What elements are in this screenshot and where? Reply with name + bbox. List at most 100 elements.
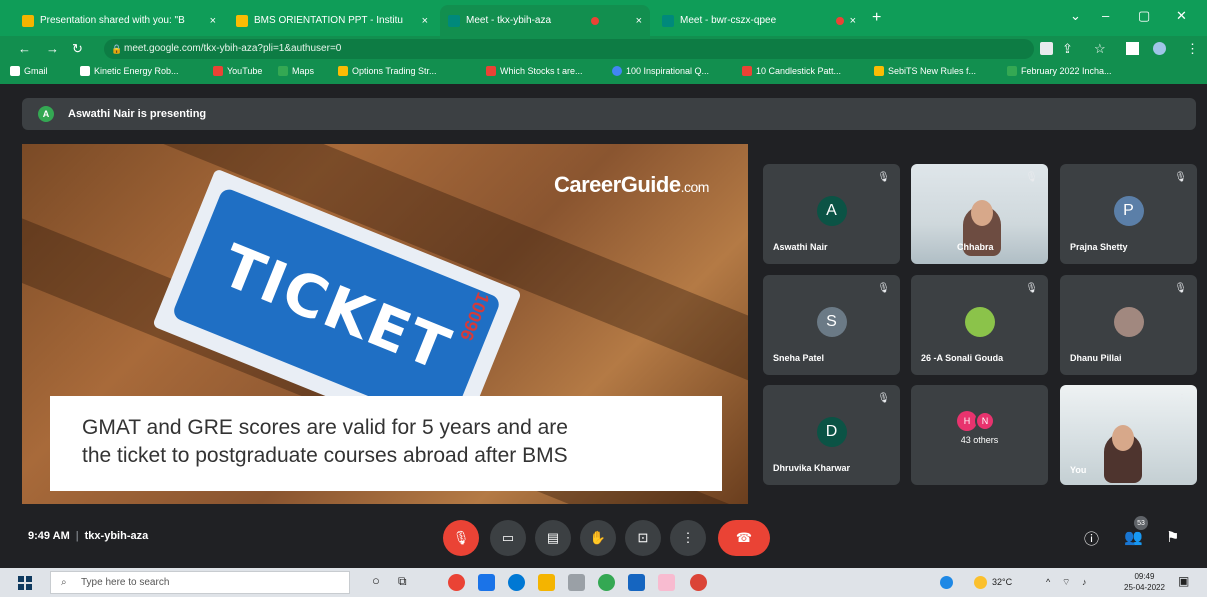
task-view-icon[interactable]: ⧉	[398, 574, 407, 589]
temperature[interactable]: 32°C	[992, 577, 1012, 587]
participant-tile-video[interactable]: 🎙 Chhabra	[911, 164, 1048, 264]
participant-tile[interactable]: 🎙 26 -A Sonali Gouda	[911, 275, 1048, 375]
participant-name: Dhanu Pillai	[1070, 353, 1122, 363]
file-explorer-icon[interactable]	[538, 574, 555, 591]
window-icon[interactable]	[1126, 42, 1139, 55]
bookmark-item[interactable]: Options Trading Str...	[338, 66, 437, 76]
chrome-profile-icon[interactable]	[598, 574, 615, 591]
network-icon[interactable]: ⌔	[1062, 577, 1070, 588]
presenting-text: Aswathi Nair is presenting	[68, 108, 207, 120]
close-tab-icon[interactable]: ×	[204, 15, 216, 27]
cortana-icon[interactable]: ○	[372, 573, 380, 588]
more-options-icon[interactable]: ⋮	[1177, 393, 1187, 404]
forward-icon[interactable]: →	[46, 41, 59, 56]
self-video-tile[interactable]: ⋮ You	[1060, 385, 1197, 485]
bookmark-star-icon[interactable]: ☆	[1094, 41, 1106, 57]
bookmark-label: Kinetic Energy Rob...	[94, 66, 179, 76]
bookmark-gmail[interactable]: Gmail	[10, 66, 48, 76]
bookmark-item[interactable]: 10 Candlestick Patt...	[742, 66, 841, 76]
bookmark-label: Gmail	[24, 66, 48, 76]
minimize-icon[interactable]: –	[1102, 8, 1109, 23]
volume-icon[interactable]: ♪	[1082, 577, 1087, 587]
app-icon[interactable]	[658, 574, 675, 591]
close-tab-icon[interactable]: ×	[416, 15, 428, 27]
browser-tab[interactable]: BMS ORIENTATION PPT - Institu ×	[228, 5, 436, 36]
participant-tile[interactable]: 🎙 Dhanu Pillai	[1060, 275, 1197, 375]
close-window-icon[interactable]: ✕	[1176, 8, 1187, 24]
browser-tab[interactable]: Meet - bwr-cszx-qpee ×	[654, 5, 864, 36]
mic-off-icon: 🎙	[1174, 172, 1187, 183]
more-options-button[interactable]: ⋮	[670, 520, 706, 556]
store-icon[interactable]	[628, 574, 645, 591]
captions-button[interactable]: ▤	[535, 520, 571, 556]
present-button[interactable]: ⊡	[625, 520, 661, 556]
bookmark-item[interactable]: 100 Inspirational Q...	[612, 66, 709, 76]
address-bar[interactable]: 🔒 meet.google.com/tkx-ybih-aza?pli=1&aut…	[104, 39, 1034, 59]
bookmark-item[interactable]: Kinetic Energy Rob...	[80, 66, 179, 76]
bookmark-item[interactable]: SebiTS New Rules f...	[874, 66, 976, 76]
bookmark-label: Options Trading Str...	[352, 66, 437, 76]
mic-off-icon: 🎙	[1025, 172, 1038, 183]
person-face	[971, 200, 993, 226]
others-avatar: N	[975, 411, 995, 431]
participant-tile[interactable]: 🎙 D Dhruvika Kharwar	[763, 385, 900, 485]
camera-in-use-icon[interactable]	[1040, 42, 1053, 55]
share-icon[interactable]: ⇪	[1062, 41, 1073, 57]
taskbar-search-input[interactable]: ⌕ Type here to search	[50, 571, 350, 594]
taskbar-clock[interactable]: 09:49 25-04-2022	[1124, 571, 1165, 593]
chrome-icon[interactable]	[690, 574, 707, 591]
slides-favicon-icon	[22, 14, 34, 27]
clock-date: 25-04-2022	[1124, 583, 1165, 592]
activities-icon[interactable]: ⚑	[1166, 528, 1179, 546]
tray-app-icon[interactable]	[940, 576, 953, 589]
mic-toggle-button[interactable]: 🎙	[443, 520, 479, 556]
bookmark-item[interactable]: February 2022 Incha...	[1007, 66, 1112, 76]
browser-tab[interactable]: Presentation shared with you: "B ×	[14, 5, 224, 36]
browser-tab-active[interactable]: Meet - tkx-ybih-aza ×	[440, 5, 650, 36]
chrome-icon[interactable]	[448, 574, 465, 591]
meeting-details-icon[interactable]: ⓘ	[1084, 528, 1099, 549]
person-face	[1112, 425, 1134, 451]
mail-icon[interactable]	[478, 574, 495, 591]
participant-name: Sneha Patel	[773, 353, 825, 363]
clock-time: 09:49	[1134, 572, 1155, 581]
leave-call-button[interactable]: ☎	[718, 520, 770, 556]
notifications-icon[interactable]: ▣	[1178, 574, 1189, 588]
meeting-code: tkx-ybih-aza	[84, 530, 149, 542]
hand-icon: ✋	[589, 530, 607, 545]
edge-icon[interactable]	[508, 574, 525, 591]
profile-avatar[interactable]	[1153, 42, 1166, 55]
wiki-icon	[80, 66, 90, 76]
new-tab-icon[interactable]: +	[872, 9, 881, 27]
bookmark-youtube[interactable]: YouTube	[213, 66, 262, 76]
participant-tile[interactable]: 🎙 A Aswathi Nair	[763, 164, 900, 264]
bookmark-item[interactable]: Which Stocks t are...	[486, 66, 583, 76]
camera-icon: ▭	[501, 530, 515, 545]
tab-title: Meet - tkx-ybih-aza	[466, 15, 552, 26]
presenter-avatar: A	[38, 106, 54, 122]
close-tab-icon[interactable]: ×	[844, 15, 856, 27]
bookmark-maps[interactable]: Maps	[278, 66, 314, 76]
others-tile[interactable]: H N 43 others	[911, 385, 1048, 485]
search-placeholder: Type here to search	[81, 577, 170, 588]
weather-icon[interactable]	[974, 576, 987, 589]
lock-icon: 🔒	[111, 44, 123, 54]
menu-kebab-icon[interactable]: ⋮	[1186, 41, 1199, 57]
others-avatar: H	[957, 411, 977, 431]
back-icon[interactable]: ←	[18, 41, 31, 56]
chevron-up-icon[interactable]: ^	[1046, 577, 1050, 587]
windows-taskbar: ⌕ Type here to search ○ ⧉ 32°C ^ ⌔ ♪ 09:…	[0, 568, 1207, 597]
maximize-icon[interactable]: ▢	[1138, 8, 1150, 24]
app-icon[interactable]	[568, 574, 585, 591]
close-tab-icon[interactable]: ×	[630, 15, 642, 27]
windows-start-icon[interactable]	[18, 576, 32, 590]
camera-toggle-button[interactable]: ▭	[490, 520, 526, 556]
people-icon[interactable]: 👥	[1124, 528, 1143, 546]
participant-tile[interactable]: 🎙 P Prajna Shetty	[1060, 164, 1197, 264]
mic-off-icon: 🎙	[1174, 283, 1187, 294]
reload-icon[interactable]: ↻	[72, 41, 83, 57]
participant-tile[interactable]: 🎙 S Sneha Patel	[763, 275, 900, 375]
raise-hand-button[interactable]: ✋	[580, 520, 616, 556]
tab-search-icon[interactable]: ⌄	[1070, 8, 1081, 24]
browser-tab-strip: Presentation shared with you: "B × BMS O…	[0, 0, 1207, 36]
